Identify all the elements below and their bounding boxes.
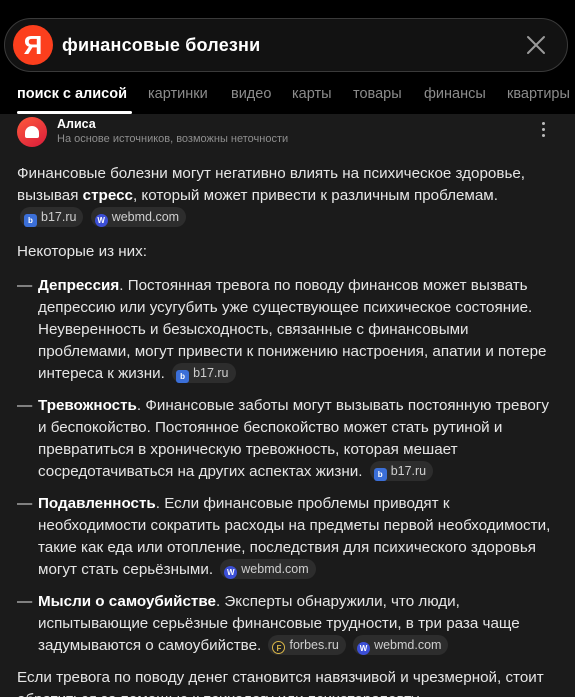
tab-maps[interactable]: карты (292, 86, 332, 102)
tab-finance[interactable]: финансы (424, 86, 486, 102)
list-item: — Тревожность. Финансовые заботы могут в… (17, 397, 549, 481)
answer-intro: Финансовые болезни могут негативно влият… (17, 165, 526, 227)
alice-disclaimer: На основе источников, возможны неточност… (57, 133, 289, 145)
forbes-icon: F (272, 641, 286, 654)
list-item: — Депрессия. Постоянная тревога по повод… (17, 277, 547, 383)
source-chip-webmd[interactable]: Wwebmd.com (90, 207, 187, 227)
source-chip-webmd[interactable]: Wwebmd.com (220, 559, 316, 579)
source-chip-b17[interactable]: b b17.ru (20, 207, 84, 227)
tab-apartments[interactable]: квартиры (507, 86, 570, 102)
search-bar[interactable]: Я финансовые болезни (4, 18, 568, 72)
alice-icon (17, 117, 47, 147)
yandex-logo[interactable]: Я (13, 25, 53, 65)
source-chip-forbes[interactable]: Fforbes.ru (268, 635, 346, 655)
tab-alice-search[interactable]: поиск с алисой (17, 86, 127, 102)
list-item: — Мысли о самоубийстве. Эксперты обнаруж… (17, 593, 520, 655)
search-tabs: поиск с алисой картинки видео карты това… (0, 86, 575, 110)
alice-name: Алиса (57, 117, 96, 131)
b17-icon: b (24, 214, 37, 227)
tab-video[interactable]: видео (231, 86, 271, 102)
source-chip-b17[interactable]: b b17.ru (369, 461, 434, 481)
source-chip-webmd[interactable]: Wwebmd.com (353, 635, 449, 655)
tab-images[interactable]: картинки (148, 86, 208, 102)
webmd-icon: W (94, 214, 108, 227)
webmd-icon: W (357, 642, 371, 655)
close-icon[interactable] (525, 34, 547, 56)
search-input[interactable]: финансовые болезни (62, 35, 260, 56)
list-item: — Подавленность. Если финансовые проблем… (17, 495, 551, 579)
alice-answer-card: Алиса На основе источников, возможны нет… (0, 114, 575, 697)
tab-goods[interactable]: товары (353, 86, 402, 102)
b17-icon: b (176, 370, 190, 383)
more-options-icon[interactable] (540, 122, 546, 140)
top-bar: Я финансовые болезни поиск с алисой карт… (0, 0, 575, 116)
list-heading: Некоторые из них: (17, 243, 147, 260)
answer-outro: Если тревога по поводу денег становится … (17, 669, 544, 697)
webmd-icon: W (224, 566, 238, 579)
b17-icon: b (373, 468, 387, 481)
source-chip-b17[interactable]: b b17.ru (172, 363, 236, 383)
answer-text: Финансовые болезни могут негативно влият… (17, 163, 557, 697)
